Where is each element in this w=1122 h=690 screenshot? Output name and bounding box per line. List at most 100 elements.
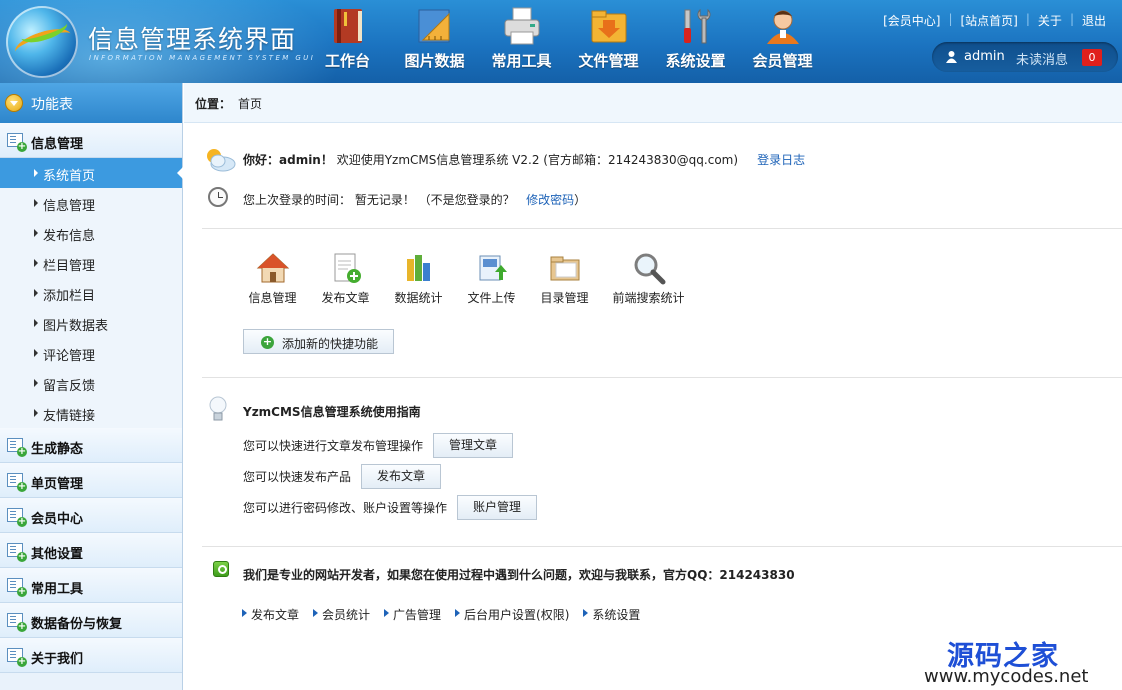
watermark-url: www.mycodes.net xyxy=(924,666,1089,687)
link-logout[interactable]: 退出 xyxy=(1074,12,1114,29)
sidebar-group-single-page[interactable]: 单页管理 xyxy=(0,463,182,498)
sidebar-item-publish-info[interactable]: 发布信息 xyxy=(0,218,182,248)
group-label: 生成静态 xyxy=(31,442,84,457)
arrow-right-icon xyxy=(34,289,38,297)
sidebar-group-generate-static[interactable]: 生成静态 xyxy=(0,428,182,463)
sidebar-group-other-settings[interactable]: 其他设置 xyxy=(0,533,182,568)
list-add-icon xyxy=(7,578,27,597)
sidebar-sub-list: 系统首页 信息管理 发布信息 栏目管理 添加栏目 图片数据表 评论管理 留言反馈… xyxy=(0,158,183,428)
nav-member-management[interactable]: 会员管理 xyxy=(739,0,826,83)
quick-search-statistics[interactable]: 前端搜索统计 xyxy=(601,251,696,311)
weather-icon xyxy=(207,149,236,172)
account-management-button[interactable]: 账户管理 xyxy=(457,495,537,520)
bottom-link-publish-article[interactable]: 发布文章 xyxy=(242,606,299,623)
house-icon xyxy=(256,253,289,283)
list-add-icon xyxy=(7,613,27,632)
item-label: 信息管理 xyxy=(43,199,96,214)
link-about[interactable]: 关于 xyxy=(1030,12,1070,29)
welcome-message: 欢迎使用YzmCMS信息管理系统 V2.2 (官方邮箱：214243830@qq… xyxy=(336,153,739,167)
nav-label: 常用工具 xyxy=(491,52,552,70)
item-label: 友情链接 xyxy=(43,409,96,424)
nav-system-settings[interactable]: 系统设置 xyxy=(652,0,739,83)
login-log-link[interactable]: 登录日志 xyxy=(757,153,805,167)
quick-label: 发布文章 xyxy=(321,291,370,305)
guide-line: 您可以快速进行文章发布管理操作 xyxy=(243,439,424,453)
list-add-icon xyxy=(7,473,27,492)
bottom-link-admin-settings[interactable]: 后台用户设置(权限) xyxy=(455,606,569,623)
guide-line: 您可以进行密码修改、账户设置等操作 xyxy=(243,501,448,515)
breadcrumb-label: 位置： xyxy=(195,97,232,111)
user-icon xyxy=(766,10,799,44)
greeting: 你好：admin！ xyxy=(243,153,333,167)
quick-label: 目录管理 xyxy=(540,291,589,305)
nav-image-data[interactable]: 图片数据 xyxy=(391,0,478,83)
change-password-link[interactable]: 修改密码 xyxy=(526,193,574,207)
sidebar-item-feedback[interactable]: 留言反馈 xyxy=(0,368,182,398)
link-site-home[interactable]: [站点首页] xyxy=(953,12,1026,29)
unread-count-badge[interactable]: 0 xyxy=(1082,49,1102,66)
main-content: 位置： 首页 你好：admin！ 欢迎使用YzmCMS信息管理系统 V2.2 (… xyxy=(184,83,1122,690)
quick-publish-article[interactable]: 发布文章 xyxy=(309,251,382,311)
username[interactable]: admin xyxy=(964,49,1005,64)
sidebar-item-info-management[interactable]: 信息管理 xyxy=(0,188,182,218)
sidebar-group-member-center[interactable]: 会员中心 xyxy=(0,498,182,533)
user-icon xyxy=(946,51,957,63)
nav-file-management[interactable]: 文件管理 xyxy=(565,0,652,83)
sidebar-item-friend-links[interactable]: 友情链接 xyxy=(0,398,182,428)
divider xyxy=(202,377,1122,378)
sidebar-group-about-us[interactable]: 关于我们 xyxy=(0,638,182,673)
bottom-link-member-stats[interactable]: 会员统计 xyxy=(313,606,370,623)
quick-label: 数据统计 xyxy=(394,291,443,305)
sidebar-item-image-table[interactable]: 图片数据表 xyxy=(0,308,182,338)
tools-icon xyxy=(683,8,710,44)
bottom-link-system-settings[interactable]: 系统设置 xyxy=(583,606,640,623)
sidebar: 功能表 信息管理 系统首页 信息管理 发布信息 栏目管理 添加栏目 图片数据表 … xyxy=(0,83,183,690)
sidebar-item-system-home[interactable]: 系统首页 xyxy=(0,158,183,188)
top-nav: 工作台 图片数据 常用工具 文件管理 系统设置 会员管理 xyxy=(304,0,826,83)
sidebar-group-backup-restore[interactable]: 数据备份与恢复 xyxy=(0,603,182,638)
list-add-icon xyxy=(7,438,27,457)
breadcrumb: 位置： 首页 xyxy=(184,83,1122,123)
ruler-icon xyxy=(418,9,449,43)
arrow-right-icon xyxy=(34,199,38,207)
sidebar-item-comment-management[interactable]: 评论管理 xyxy=(0,338,182,368)
quick-actions: 信息管理 发布文章 数据统计 文件上传 目录管理 前端搜索统计 xyxy=(236,251,696,311)
item-label: 栏目管理 xyxy=(43,259,96,274)
add-icon: + xyxy=(261,335,274,349)
list-add-icon xyxy=(7,133,27,152)
app-subtitle: INFORMATION MANAGEMENT SYSTEM GUI xyxy=(89,54,316,62)
list-add-icon xyxy=(7,543,27,562)
welcome-row: 你好：admin！ 欢迎使用YzmCMS信息管理系统 V2.2 (官方邮箱：21… xyxy=(184,146,1122,172)
bottom-link-ad-management[interactable]: 广告管理 xyxy=(384,606,441,623)
item-label: 系统首页 xyxy=(43,169,96,184)
quick-file-upload[interactable]: 文件上传 xyxy=(455,251,528,311)
breadcrumb-current[interactable]: 首页 xyxy=(238,95,262,112)
sidebar-group-common-tools[interactable]: 常用工具 xyxy=(0,568,182,603)
group-label: 单页管理 xyxy=(31,477,84,492)
user-bar: admin 未读消息 0 xyxy=(932,42,1118,72)
nav-workbench[interactable]: 工作台 xyxy=(304,0,391,83)
add-document-icon xyxy=(334,253,361,283)
nav-tools[interactable]: 常用工具 xyxy=(478,0,565,83)
folder-download-icon xyxy=(591,10,626,43)
quick-directory-management[interactable]: 目录管理 xyxy=(528,251,601,311)
publish-article-button[interactable]: 发布文章 xyxy=(361,464,441,489)
quick-data-statistics[interactable]: 数据统计 xyxy=(382,251,455,311)
bottom-links: 发布文章 会员统计 广告管理 后台用户设置(权限) 系统设置 xyxy=(242,606,654,623)
list-add-icon xyxy=(7,508,27,527)
group-label: 常用工具 xyxy=(31,582,84,597)
sidebar-group-info-management[interactable]: 信息管理 xyxy=(0,123,182,158)
unread-messages-label[interactable]: 未读消息 xyxy=(1016,49,1068,68)
quick-info-management[interactable]: 信息管理 xyxy=(236,251,309,311)
manage-article-button[interactable]: 管理文章 xyxy=(433,433,513,458)
sidebar-item-add-column[interactable]: 添加栏目 xyxy=(0,278,182,308)
lightbulb-icon xyxy=(209,396,227,421)
magnifier-icon xyxy=(634,253,665,285)
sidebar-header: 功能表 xyxy=(0,83,182,123)
quick-label: 前端搜索统计 xyxy=(612,291,685,305)
app-title: 信息管理系统界面 xyxy=(88,25,297,54)
sidebar-item-column-management[interactable]: 栏目管理 xyxy=(0,248,182,278)
link-member-center[interactable]: [会员中心] xyxy=(875,12,948,29)
add-quick-function-button[interactable]: + 添加新的快捷功能 xyxy=(243,329,394,354)
group-label: 信息管理 xyxy=(31,137,84,152)
